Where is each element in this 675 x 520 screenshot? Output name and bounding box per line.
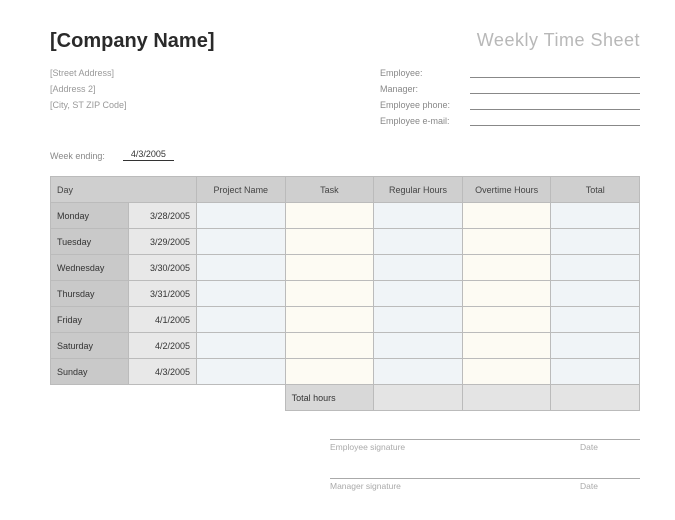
totals-row: Total hours (51, 385, 640, 411)
manager-label: Manager: (380, 84, 470, 94)
week-ending-row: Week ending: 4/3/2005 (50, 149, 640, 161)
timesheet-table: Day Project Name Task Regular Hours Over… (50, 176, 640, 411)
cell-task[interactable] (285, 255, 374, 281)
cell-total (551, 203, 640, 229)
table-row: Monday3/28/2005 (51, 203, 640, 229)
cell-task[interactable] (285, 359, 374, 385)
cell-day: Monday (51, 203, 129, 229)
cell-regular[interactable] (374, 281, 463, 307)
employee-fields: Employee: Manager: Employee phone: Emplo… (380, 65, 640, 129)
cell-day: Sunday (51, 359, 129, 385)
total-hours-label: Total hours (285, 385, 374, 411)
cell-regular[interactable] (374, 307, 463, 333)
cell-day: Thursday (51, 281, 129, 307)
employee-value[interactable] (470, 65, 640, 78)
employee-label: Employee: (380, 68, 470, 78)
cell-date: 3/29/2005 (129, 229, 197, 255)
cell-date: 4/2/2005 (129, 333, 197, 359)
cell-day: Friday (51, 307, 129, 333)
table-row: Saturday4/2/2005 (51, 333, 640, 359)
header: [Company Name] Weekly Time Sheet (50, 30, 640, 53)
col-day: Day (51, 177, 197, 203)
cell-overtime[interactable] (462, 203, 551, 229)
col-project: Project Name (197, 177, 286, 203)
cell-task[interactable] (285, 229, 374, 255)
cell-date: 3/31/2005 (129, 281, 197, 307)
cell-project[interactable] (197, 229, 286, 255)
phone-label: Employee phone: (380, 100, 470, 110)
email-value[interactable] (470, 113, 640, 126)
cell-project[interactable] (197, 255, 286, 281)
address-block: [Street Address] [Address 2] [City, ST Z… (50, 65, 127, 129)
manager-signature-row: Manager signature Date (330, 478, 640, 491)
total-grand (551, 385, 640, 411)
info-row: [Street Address] [Address 2] [City, ST Z… (50, 65, 640, 129)
cell-day: Tuesday (51, 229, 129, 255)
manager-value[interactable] (470, 81, 640, 94)
total-regular (374, 385, 463, 411)
email-label: Employee e-mail: (380, 116, 470, 126)
employee-signature-row: Employee signature Date (330, 439, 640, 452)
phone-value[interactable] (470, 97, 640, 110)
company-name: [Company Name] (50, 30, 214, 53)
address-line3: [City, ST ZIP Code] (50, 97, 127, 113)
cell-total (551, 333, 640, 359)
table-row: Thursday3/31/2005 (51, 281, 640, 307)
cell-total (551, 307, 640, 333)
total-overtime (462, 385, 551, 411)
cell-regular[interactable] (374, 255, 463, 281)
employee-signature-date-label: Date (580, 442, 640, 452)
cell-total (551, 359, 640, 385)
address-line2: [Address 2] (50, 81, 127, 97)
cell-regular[interactable] (374, 203, 463, 229)
cell-date: 3/28/2005 (129, 203, 197, 229)
cell-project[interactable] (197, 203, 286, 229)
cell-regular[interactable] (374, 359, 463, 385)
cell-date: 3/30/2005 (129, 255, 197, 281)
cell-total (551, 281, 640, 307)
cell-task[interactable] (285, 333, 374, 359)
cell-total (551, 255, 640, 281)
table-row: Friday4/1/2005 (51, 307, 640, 333)
cell-overtime[interactable] (462, 255, 551, 281)
signature-block: Employee signature Date Manager signatur… (330, 439, 640, 491)
cell-total (551, 229, 640, 255)
cell-task[interactable] (285, 281, 374, 307)
week-ending-label: Week ending: (50, 151, 105, 161)
cell-project[interactable] (197, 359, 286, 385)
cell-overtime[interactable] (462, 359, 551, 385)
address-line1: [Street Address] (50, 65, 127, 81)
cell-project[interactable] (197, 333, 286, 359)
cell-date: 4/3/2005 (129, 359, 197, 385)
cell-regular[interactable] (374, 229, 463, 255)
col-overtime: Overtime Hours (462, 177, 551, 203)
cell-project[interactable] (197, 281, 286, 307)
week-ending-value[interactable]: 4/3/2005 (123, 149, 174, 161)
cell-overtime[interactable] (462, 333, 551, 359)
cell-regular[interactable] (374, 333, 463, 359)
cell-task[interactable] (285, 203, 374, 229)
cell-overtime[interactable] (462, 307, 551, 333)
table-row: Sunday4/3/2005 (51, 359, 640, 385)
employee-signature-label: Employee signature (330, 442, 580, 452)
table-header-row: Day Project Name Task Regular Hours Over… (51, 177, 640, 203)
page-title: Weekly Time Sheet (477, 30, 640, 51)
cell-task[interactable] (285, 307, 374, 333)
table-row: Tuesday3/29/2005 (51, 229, 640, 255)
cell-day: Saturday (51, 333, 129, 359)
cell-overtime[interactable] (462, 229, 551, 255)
table-row: Wednesday3/30/2005 (51, 255, 640, 281)
manager-signature-date-label: Date (580, 481, 640, 491)
col-regular: Regular Hours (374, 177, 463, 203)
cell-day: Wednesday (51, 255, 129, 281)
col-total: Total (551, 177, 640, 203)
cell-project[interactable] (197, 307, 286, 333)
cell-overtime[interactable] (462, 281, 551, 307)
cell-date: 4/1/2005 (129, 307, 197, 333)
col-task: Task (285, 177, 374, 203)
manager-signature-label: Manager signature (330, 481, 580, 491)
